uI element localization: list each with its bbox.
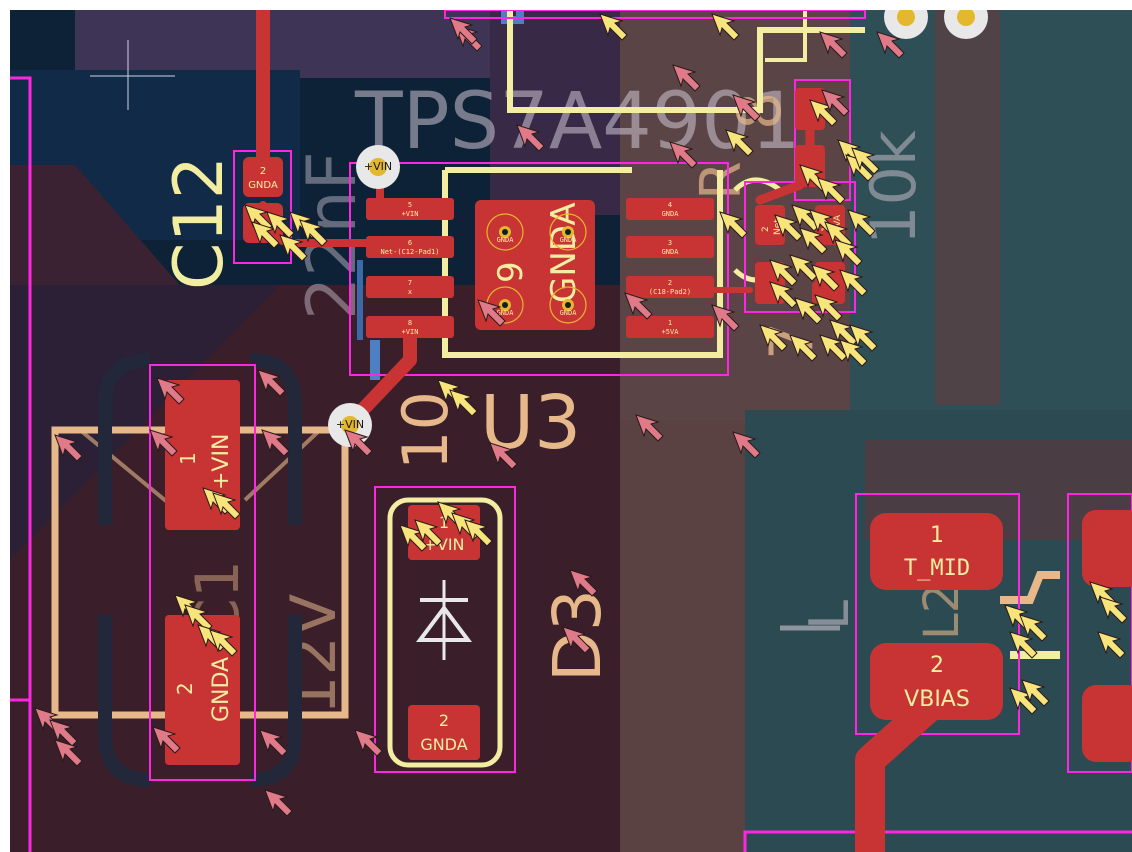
c12-pad-2[interactable]: 2 GNDA (243, 157, 283, 197)
svg-text:2: 2 (260, 166, 266, 177)
svg-text:2: 2 (173, 682, 197, 695)
c12-refdes-label: C12 (160, 156, 239, 290)
svg-text:2: 2 (668, 279, 672, 287)
u3-pad-4[interactable]: 4 GNDA (626, 198, 714, 220)
u3-pad-7[interactable]: 7 x (366, 276, 454, 298)
svg-text:4: 4 (668, 201, 672, 209)
svg-text:GNDA: GNDA (662, 248, 680, 256)
svg-text:+VIN: +VIN (402, 328, 419, 336)
svg-text:1: 1 (176, 452, 200, 465)
svg-text:5: 5 (408, 201, 412, 209)
edge-pad-top[interactable] (1082, 510, 1132, 587)
u3-pad-1[interactable]: 1 +5VA (626, 316, 714, 338)
l2-pad-1[interactable]: 1 T_MID (870, 513, 1003, 590)
svg-text:VBIAS: VBIAS (904, 687, 970, 712)
svg-text:GNDA: GNDA (497, 236, 515, 244)
edge-pad-bottom[interactable] (1082, 685, 1132, 762)
d3-pad-2[interactable]: 2 GNDA (408, 705, 480, 760)
u3-exposed-pad-num: 9 (491, 261, 531, 283)
u3-pad-6[interactable]: 6 Net-(C12-Pad1) (366, 236, 454, 258)
u3-pad-5[interactable]: 5 +VIN (366, 198, 454, 220)
svg-text:2: 2 (761, 226, 771, 232)
u3-pad-2[interactable]: 2 (C18-Pad2) (626, 276, 714, 298)
svg-text:GNDA: GNDA (560, 236, 578, 244)
l2-refdes-label: L2 (914, 583, 970, 640)
svg-text:x: x (408, 288, 412, 296)
svg-text:GNDA: GNDA (662, 210, 680, 218)
svg-text:7: 7 (408, 279, 412, 287)
svg-text:GNDA: GNDA (248, 180, 278, 191)
svg-text:3: 3 (668, 239, 672, 247)
svg-text:GNDA: GNDA (560, 309, 578, 317)
pcb-canvas[interactable]: TPS7A4901 22nF C12 U3 10 D3 12V C1 10k 8… (0, 0, 1132, 852)
c10-refdes-label: 10 (389, 391, 462, 470)
svg-text:+VIN: +VIN (402, 210, 419, 218)
pcb-board[interactable]: TPS7A4901 22nF C12 U3 10 D3 12V C1 10k 8… (10, 10, 1132, 852)
svg-text:2: 2 (439, 711, 449, 730)
svg-text:8: 8 (408, 319, 412, 327)
svg-text:1: 1 (668, 319, 672, 327)
svg-text:T_MID: T_MID (904, 556, 970, 581)
svg-text:Net-(C12-Pad1): Net-(C12-Pad1) (380, 248, 439, 256)
zone-brown-lower (620, 420, 765, 852)
svg-text:+VIN: +VIN (336, 418, 364, 431)
svg-text:GNDA: GNDA (420, 735, 467, 754)
svg-text:GNDA: GNDA (209, 657, 234, 722)
svg-text:+VIN: +VIN (364, 160, 392, 173)
svg-text:1: 1 (930, 523, 944, 548)
zone-strip (935, 10, 1000, 405)
pcb-view[interactable]: TPS7A4901 22nF C12 U3 10 D3 12V C1 10k 8… (10, 10, 1132, 852)
svg-text:+VIN: +VIN (209, 434, 234, 490)
svg-text:(C18-Pad2): (C18-Pad2) (649, 288, 691, 296)
svg-text:+5VA: +5VA (662, 328, 680, 336)
l2-pad-2[interactable]: 2 VBIAS (870, 643, 1003, 720)
l-letter-label: L (798, 600, 861, 630)
svg-text:2: 2 (930, 653, 944, 678)
svg-text:6: 6 (408, 239, 412, 247)
via-vin-top[interactable]: +VIN (356, 145, 400, 189)
u3-pad-8[interactable]: 8 +VIN (366, 316, 454, 338)
c10-value-label: 12V (277, 594, 350, 715)
u3-pad-3[interactable]: 3 GNDA (626, 236, 714, 258)
